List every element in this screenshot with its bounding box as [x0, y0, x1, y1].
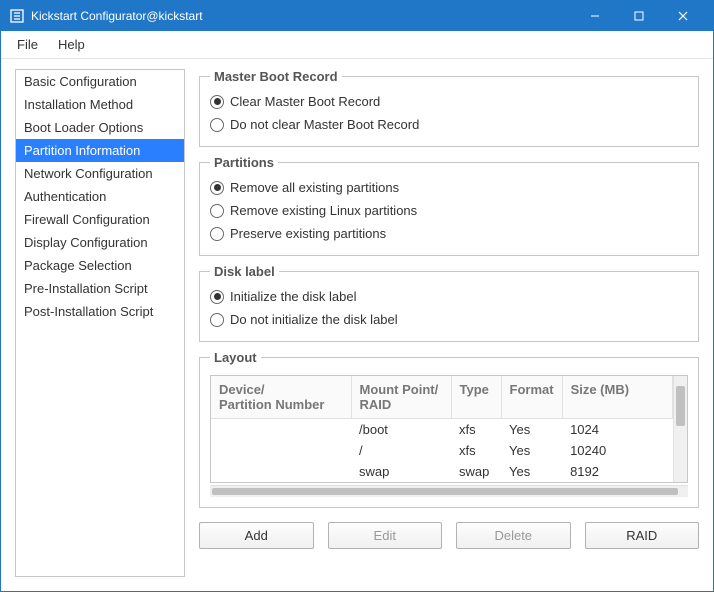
button-row: Add Edit Delete RAID: [199, 522, 699, 549]
sidebar-item-pre-installation-script[interactable]: Pre-Installation Script: [16, 277, 184, 300]
radio-label: Remove all existing partitions: [230, 180, 399, 195]
cell-size: 10240: [562, 440, 672, 461]
radio-option[interactable]: Preserve existing partitions: [210, 222, 688, 245]
sidebar-item-boot-loader-options[interactable]: Boot Loader Options: [16, 116, 184, 139]
table-row[interactable]: swapswapYes8192: [211, 461, 673, 482]
menubar: File Help: [1, 31, 713, 59]
vertical-scrollbar[interactable]: [673, 376, 687, 482]
radio-label: Initialize the disk label: [230, 289, 356, 304]
cell-format: Yes: [501, 419, 562, 441]
sidebar-item-authentication[interactable]: Authentication: [16, 185, 184, 208]
cell-type: swap: [451, 461, 501, 482]
radio-option[interactable]: Do not initialize the disk label: [210, 308, 688, 331]
window-title: Kickstart Configurator@kickstart: [31, 9, 573, 23]
radio-icon[interactable]: [210, 313, 224, 327]
cell-mount: /: [351, 440, 451, 461]
sidebar-item-post-installation-script[interactable]: Post-Installation Script: [16, 300, 184, 323]
col-type[interactable]: Type: [451, 376, 501, 419]
close-button[interactable]: [661, 1, 705, 31]
cell-size: 1024: [562, 419, 672, 441]
layout-group: Layout Device/Partition Number Mount Poi…: [199, 350, 699, 508]
radio-icon[interactable]: [210, 227, 224, 241]
col-size[interactable]: Size (MB): [562, 376, 672, 419]
radio-icon[interactable]: [210, 181, 224, 195]
delete-button[interactable]: Delete: [456, 522, 571, 549]
cell-type: xfs: [451, 419, 501, 441]
cell-mount: /boot: [351, 419, 451, 441]
maximize-button[interactable]: [617, 1, 661, 31]
sidebar-item-partition-information[interactable]: Partition Information: [16, 139, 184, 162]
radio-option[interactable]: Initialize the disk label: [210, 285, 688, 308]
cell-device: [211, 461, 351, 482]
cell-device: [211, 419, 351, 441]
radio-label: Do not clear Master Boot Record: [230, 117, 419, 132]
radio-option[interactable]: Clear Master Boot Record: [210, 90, 688, 113]
app-icon: [9, 8, 25, 24]
layout-table: Device/Partition Number Mount Point/RAID…: [211, 376, 673, 482]
menu-help[interactable]: Help: [48, 33, 95, 56]
cell-size: 8192: [562, 461, 672, 482]
sidebar: Basic ConfigurationInstallation MethodBo…: [15, 69, 185, 577]
sidebar-item-installation-method[interactable]: Installation Method: [16, 93, 184, 116]
disklabel-group: Disk label Initialize the disk label Do n…: [199, 264, 699, 342]
menu-file[interactable]: File: [7, 33, 48, 56]
sidebar-item-firewall-configuration[interactable]: Firewall Configuration: [16, 208, 184, 231]
minimize-button[interactable]: [573, 1, 617, 31]
radio-label: Clear Master Boot Record: [230, 94, 380, 109]
radio-option[interactable]: Remove existing Linux partitions: [210, 199, 688, 222]
table-row[interactable]: /bootxfsYes1024: [211, 419, 673, 441]
radio-icon[interactable]: [210, 290, 224, 304]
sidebar-item-display-configuration[interactable]: Display Configuration: [16, 231, 184, 254]
col-mount[interactable]: Mount Point/RAID: [351, 376, 451, 419]
content-area: Basic ConfigurationInstallation MethodBo…: [1, 59, 713, 591]
titlebar: Kickstart Configurator@kickstart: [1, 1, 713, 31]
main-panel: Master Boot Record Clear Master Boot Rec…: [199, 69, 699, 577]
partitions-legend: Partitions: [210, 155, 278, 170]
radio-icon[interactable]: [210, 95, 224, 109]
cell-format: Yes: [501, 461, 562, 482]
edit-button[interactable]: Edit: [328, 522, 443, 549]
col-format[interactable]: Format: [501, 376, 562, 419]
layout-table-container: Device/Partition Number Mount Point/RAID…: [210, 375, 688, 483]
radio-option[interactable]: Do not clear Master Boot Record: [210, 113, 688, 136]
radio-label: Do not initialize the disk label: [230, 312, 398, 327]
mbr-legend: Master Boot Record: [210, 69, 342, 84]
radio-label: Preserve existing partitions: [230, 226, 386, 241]
horizontal-scrollbar[interactable]: [210, 485, 688, 497]
sidebar-item-network-configuration[interactable]: Network Configuration: [16, 162, 184, 185]
cell-mount: swap: [351, 461, 451, 482]
disklabel-legend: Disk label: [210, 264, 279, 279]
cell-format: Yes: [501, 440, 562, 461]
cell-type: xfs: [451, 440, 501, 461]
raid-button[interactable]: RAID: [585, 522, 700, 549]
partitions-group: Partitions Remove all existing partition…: [199, 155, 699, 256]
cell-device: [211, 440, 351, 461]
mbr-group: Master Boot Record Clear Master Boot Rec…: [199, 69, 699, 147]
sidebar-item-basic-configuration[interactable]: Basic Configuration: [16, 70, 184, 93]
sidebar-item-package-selection[interactable]: Package Selection: [16, 254, 184, 277]
radio-icon[interactable]: [210, 118, 224, 132]
table-row[interactable]: /xfsYes10240: [211, 440, 673, 461]
layout-legend: Layout: [210, 350, 261, 365]
radio-label: Remove existing Linux partitions: [230, 203, 417, 218]
add-button[interactable]: Add: [199, 522, 314, 549]
radio-icon[interactable]: [210, 204, 224, 218]
radio-option[interactable]: Remove all existing partitions: [210, 176, 688, 199]
app-window: Kickstart Configurator@kickstart File He…: [0, 0, 714, 592]
col-device[interactable]: Device/Partition Number: [211, 376, 351, 419]
